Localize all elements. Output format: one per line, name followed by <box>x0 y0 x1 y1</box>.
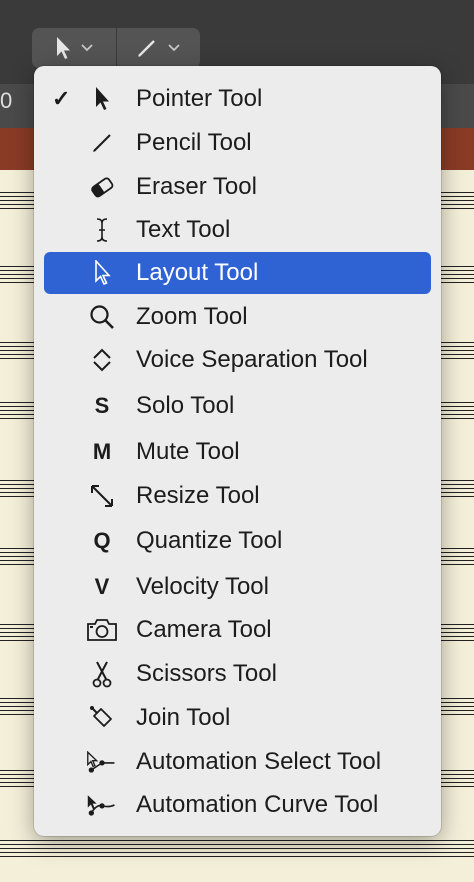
pointer-icon <box>86 83 118 115</box>
staff <box>0 840 474 858</box>
left-click-tool-button[interactable] <box>32 28 116 68</box>
pointer-icon <box>56 37 70 59</box>
eraser-icon <box>86 171 118 203</box>
resize-icon <box>86 480 118 512</box>
menu-item-solo-tool[interactable]: S Solo Tool <box>44 385 431 427</box>
menu-item-join-tool[interactable]: Join Tool <box>44 697 431 739</box>
menu-item-label: Automation Curve Tool <box>136 791 379 818</box>
menu-item-label: Solo Tool <box>136 392 235 419</box>
pencil-icon <box>138 40 156 57</box>
menu-item-eraser-tool[interactable]: Eraser Tool <box>44 166 431 208</box>
menu-item-resize-tool[interactable]: Resize Tool <box>44 475 431 517</box>
menu-item-automation-select-tool[interactable]: Automation Select Tool <box>44 741 431 783</box>
menu-item-label: Camera Tool <box>136 616 272 643</box>
layout-pointer-icon <box>86 257 118 289</box>
menu-item-quantize-tool[interactable]: Q Quantize Tool <box>44 520 431 562</box>
menu-item-pointer-tool[interactable]: ✓ Pointer Tool <box>44 78 431 120</box>
menu-item-label: Scissors Tool <box>136 660 277 687</box>
scissors-icon <box>86 658 118 690</box>
menu-item-layout-tool[interactable]: Layout Tool <box>44 252 431 294</box>
menu-item-label: Velocity Tool <box>136 573 269 600</box>
menu-item-scissors-tool[interactable]: Scissors Tool <box>44 653 431 695</box>
chevron-down-icon <box>81 44 93 52</box>
menu-item-label: Pointer Tool <box>136 85 263 112</box>
menu-item-mute-tool[interactable]: M Mute Tool <box>44 431 431 473</box>
join-icon <box>86 702 118 734</box>
menu-item-label: Join Tool <box>136 704 231 731</box>
checkmark-icon: ✓ <box>52 86 71 111</box>
menu-item-label: Quantize Tool <box>136 527 283 554</box>
automation-curve-icon <box>86 789 118 821</box>
magnifier-icon <box>86 301 118 333</box>
menu-item-text-tool[interactable]: Text Tool <box>44 209 431 251</box>
menu-item-pencil-tool[interactable]: Pencil Tool <box>44 122 431 164</box>
menu-item-label: Eraser Tool <box>136 173 257 200</box>
menu-item-automation-curve-tool[interactable]: Automation Curve Tool <box>44 784 431 826</box>
position-readout: 0 <box>0 88 13 113</box>
velocity-icon: V <box>94 574 110 599</box>
solo-icon: S <box>94 393 110 418</box>
mute-icon: M <box>92 439 112 464</box>
menu-item-label: Automation Select Tool <box>136 748 382 775</box>
command-click-tool-button[interactable] <box>115 28 201 68</box>
menu-item-label: Pencil Tool <box>136 129 252 156</box>
menu-item-label: Resize Tool <box>136 482 260 509</box>
menu-item-label: Zoom Tool <box>136 303 248 330</box>
menu-item-label: Text Tool <box>136 216 231 243</box>
tool-menu: ✓ Pointer Tool Pencil Tool Eraser Tool Text … <box>34 66 441 836</box>
menu-item-label: Mute Tool <box>136 438 240 465</box>
menu-item-zoom-tool[interactable]: Zoom Tool <box>44 296 431 338</box>
tool-selector-group <box>32 28 200 68</box>
menu-item-label: Voice Separation Tool <box>136 346 368 373</box>
menu-item-label: Layout Tool <box>136 259 259 286</box>
menu-item-camera-tool[interactable]: Camera Tool <box>44 609 431 651</box>
quantize-icon: Q <box>93 528 111 553</box>
menu-item-voice-separation-tool[interactable]: Voice Separation Tool <box>44 339 431 381</box>
pencil-icon <box>86 127 118 159</box>
camera-icon <box>86 614 118 646</box>
chevron-down-icon <box>168 44 180 52</box>
menu-item-velocity-tool[interactable]: V Velocity Tool <box>44 566 431 608</box>
text-cursor-icon <box>86 214 118 246</box>
automation-select-icon <box>86 746 118 778</box>
voice-separation-icon <box>86 344 118 376</box>
